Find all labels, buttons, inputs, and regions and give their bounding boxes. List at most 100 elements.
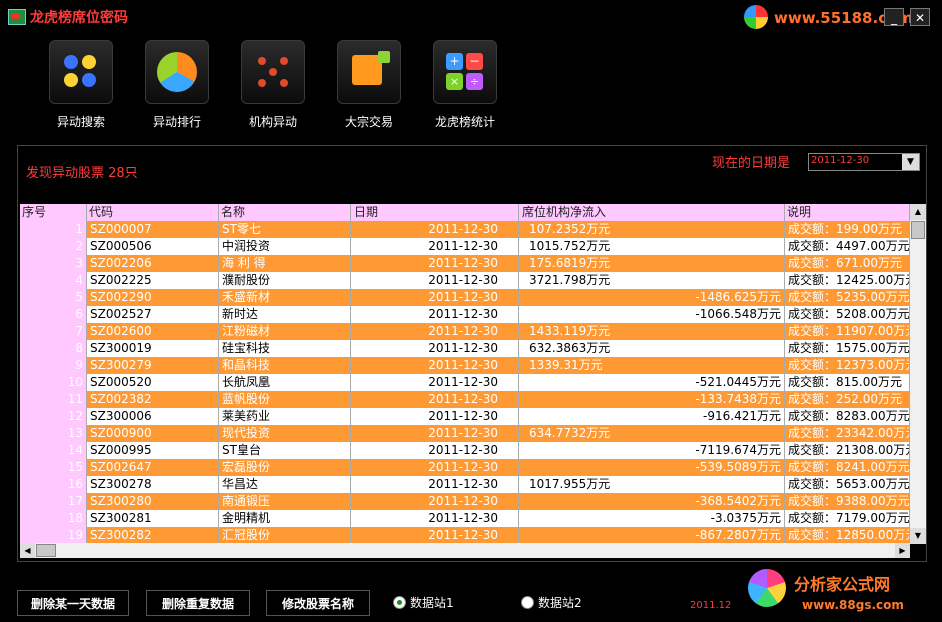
stock-name: 宏磊股份 [219,459,351,476]
col-header-net-inflow[interactable]: 席位机构净流入 [519,204,785,221]
row-index: 18 [20,510,87,527]
delete-duplicate-button[interactable]: 删除重复数据 [146,590,250,616]
radio-datasource-1[interactable]: 数据站1 [393,594,454,611]
stock-code: SZ002382 [87,391,219,408]
row-index: 16 [20,476,87,493]
stock-name: 江粉磁材 [219,323,351,340]
table-row[interactable]: 4 SZ002225 濮耐股份 2011-12-30 3721.798万元 成交额：124… [20,272,910,289]
delete-day-button[interactable]: 删除某一天数据 [17,590,129,616]
table-row[interactable]: 18 SZ300281 金明精机 2011-12-30 -3.0375万元 成交额：717… [20,510,910,527]
chevron-down-icon[interactable]: ▼ [902,154,919,170]
stock-name: 南通锻压 [219,493,351,510]
scroll-up-icon[interactable]: ▲ [910,204,926,220]
date-select[interactable]: 2011-12-30 ▼ [808,153,920,171]
net-inflow: -916.421万元 [519,408,785,425]
calculator-icon: + − × ÷ [433,40,497,104]
col-header-code[interactable]: 代码 [87,204,219,221]
col-header-index[interactable]: 序号 [20,204,87,221]
table-row[interactable]: 13 SZ000900 现代投资 2011-12-30 634.7732万元 成交额：23… [20,425,910,442]
tool-label: 龙虎榜统计 [434,115,495,129]
table-row[interactable]: 8 SZ300019 硅宝科技 2011-12-30 632.3863万元 成交额：157… [20,340,910,357]
net-inflow: 1339.31万元 [519,357,785,374]
note: 成交额：21308.00万元 [785,442,910,459]
rename-stock-button[interactable]: 修改股票名称 [266,590,370,616]
trade-date: 2011-12-30 [351,374,519,391]
scroll-down-icon[interactable]: ▼ [910,528,926,544]
tool-block-trade[interactable]: 大宗交易 [336,40,402,130]
trade-date: 2011-12-30 [351,238,519,255]
scroll-thumb[interactable] [36,544,56,557]
net-inflow: -521.0445万元 [519,374,785,391]
col-header-date[interactable]: 日期 [351,204,519,221]
row-index: 6 [20,306,87,323]
table-row[interactable]: 10 SZ000520 长航凤凰 2011-12-30 -521.0445万元 成交额：8… [20,374,910,391]
table-row[interactable]: 16 SZ300278 华昌达 2011-12-30 1017.955万元 成交额：565… [20,476,910,493]
scroll-thumb[interactable] [911,221,925,239]
watermark-name: 分析家公式网 [794,575,891,594]
table-row[interactable]: 9 SZ300279 和晶科技 2011-12-30 1339.31万元 成交额：1237… [20,357,910,374]
col-header-note[interactable]: 说明 [785,204,910,221]
vertical-scrollbar[interactable]: ▲ ▼ [910,204,926,544]
tool-abnormal-rank[interactable]: 异动排行 [144,40,210,130]
note: 成交额：1575.00万元 [785,340,910,357]
stock-name: 和晶科技 [219,357,351,374]
stock-code: SZ300278 [87,476,219,493]
close-button[interactable]: ✕ [910,8,930,26]
note: 成交额：199.00万元 [785,221,910,238]
note: 成交额：23342.00万元 [785,425,910,442]
row-index: 2 [20,238,87,255]
table-row[interactable]: 7 SZ002600 江粉磁材 2011-12-30 1433.119万元 成交额：119… [20,323,910,340]
table-row[interactable]: 5 SZ002290 禾盛新材 2011-12-30 -1486.625万元 成交额：52… [20,289,910,306]
table-row[interactable]: 19 SZ300282 汇冠股份 2011-12-30 -867.2807万元 成交额：1… [20,527,910,544]
note: 成交额：4497.00万元 [785,238,910,255]
stock-code: SZ002647 [87,459,219,476]
trade-date: 2011-12-30 [351,340,519,357]
net-inflow: 1017.955万元 [519,476,785,493]
trade-date: 2011-12-30 [351,289,519,306]
table-row[interactable]: 1 SZ000007 ST零七 2011-12-30 107.2352万元 成交额：199… [20,221,910,238]
table-row[interactable]: 3 SZ002206 海 利 得 2011-12-30 175.6819万元 成交额：67… [20,255,910,272]
table-row[interactable]: 12 SZ300006 莱美药业 2011-12-30 -916.421万元 成交额：82… [20,408,910,425]
tool-dragon-tiger-stats[interactable]: + − × ÷ 龙虎榜统计 [432,40,498,130]
radio-label: 数据站2 [538,596,582,610]
horizontal-scrollbar[interactable]: ◀ ▶ [20,543,910,558]
trade-date: 2011-12-30 [351,527,519,544]
row-index: 1 [20,221,87,238]
scroll-right-icon[interactable]: ▶ [895,543,910,558]
window-title: 龙虎榜席位密码 [30,10,128,26]
note: 成交额：8241.00万元 [785,459,910,476]
scroll-left-icon[interactable]: ◀ [20,543,35,558]
radio-checked-icon[interactable] [393,596,406,609]
tool-label: 异动排行 [152,115,201,129]
table-row[interactable]: 17 SZ300280 南通锻压 2011-12-30 -368.5402万元 成交额：9… [20,493,910,510]
trade-date: 2011-12-30 [351,493,519,510]
table-row[interactable]: 2 SZ000506 中润投资 2011-12-30 1015.752万元 成交额：449… [20,238,910,255]
stock-name: 濮耐股份 [219,272,351,289]
radio-unchecked-icon[interactable] [521,596,534,609]
stock-code: SZ300280 [87,493,219,510]
row-index: 14 [20,442,87,459]
row-index: 8 [20,340,87,357]
trade-date: 2011-12-30 [351,391,519,408]
table-row[interactable]: 6 SZ002527 新时达 2011-12-30 -1066.548万元 成交额：520… [20,306,910,323]
dice-icon [241,40,305,104]
pie-icon [145,40,209,104]
table-row[interactable]: 15 SZ002647 宏磊股份 2011-12-30 -539.5089万元 成交额：8… [20,459,910,476]
stock-code: SZ002206 [87,255,219,272]
note: 成交额：8283.00万元 [785,408,910,425]
table-row[interactable]: 11 SZ002382 蓝帆股份 2011-12-30 -133.7438万元 成交额：2… [20,391,910,408]
stock-code: SZ002290 [87,289,219,306]
stock-name: 中润投资 [219,238,351,255]
stock-name: 蓝帆股份 [219,391,351,408]
tool-institution-abnormal[interactable]: 机构异动 [240,40,306,130]
stock-code: SZ000900 [87,425,219,442]
date-value: 2011-12-30 [811,155,870,166]
minimize-button[interactable]: _ [884,8,904,26]
stock-name: ST皇台 [219,442,351,459]
app-icon [8,9,26,25]
trade-date: 2011-12-30 [351,255,519,272]
radio-datasource-2[interactable]: 数据站2 [521,594,582,611]
table-row[interactable]: 14 SZ000995 ST皇台 2011-12-30 -7119.674万元 成交额：2… [20,442,910,459]
tool-abnormal-search[interactable]: 异动搜索 [48,40,114,130]
col-header-name[interactable]: 名称 [219,204,351,221]
